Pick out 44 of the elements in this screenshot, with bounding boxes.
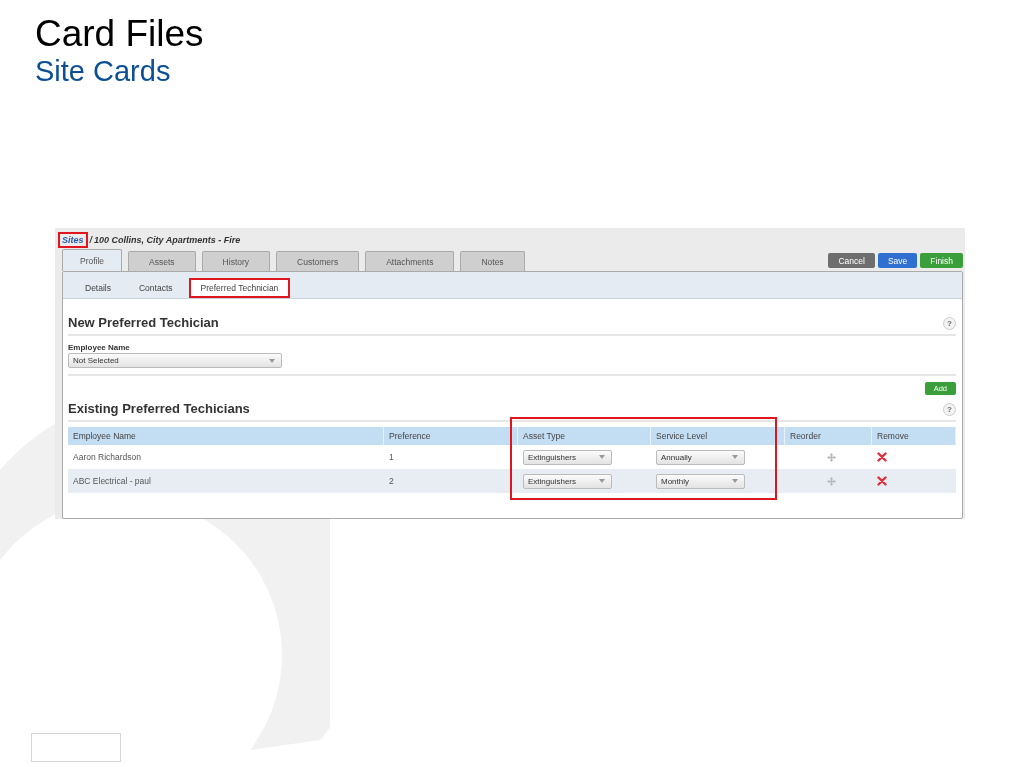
slide-title: Card Files [35, 14, 205, 54]
caret-icon [732, 479, 738, 483]
subtab[interactable]: Preferred Technician [188, 278, 291, 298]
subtab[interactable]: Contacts [127, 278, 185, 298]
cancel-button[interactable]: Cancel [828, 253, 875, 268]
service-level-select[interactable]: Monthly [656, 473, 745, 489]
column-header: Remove [872, 427, 956, 445]
column-header: Reorder [785, 427, 872, 445]
column-header: Employee Name [68, 427, 384, 445]
column-header: Service Level [651, 427, 785, 445]
service-level-select[interactable]: Annually [656, 449, 745, 465]
caret-icon [269, 358, 275, 363]
subtab[interactable]: Details [73, 278, 123, 298]
breadcrumb-title: 100 Collins, City Apartments - Fire [94, 235, 241, 245]
table-cell: ABC Electrical - paul [73, 476, 151, 486]
help-icon[interactable]: ? [943, 403, 956, 416]
section-title: Existing Preferred Techicians [68, 401, 250, 416]
asset-type-select[interactable]: Extinguishers [523, 449, 612, 465]
tab[interactable]: Notes [460, 251, 525, 271]
table-cell: 2 [389, 476, 394, 486]
caret-icon [599, 479, 605, 483]
remove-icon[interactable] [877, 476, 887, 486]
tab[interactable]: History [201, 251, 271, 271]
caret-icon [732, 455, 738, 459]
breadcrumb-separator: / [89, 235, 93, 245]
column-header: Asset Type [518, 427, 651, 445]
table-cell: Aaron Richardson [73, 452, 142, 462]
remove-icon[interactable] [877, 452, 887, 462]
section-title: New Preferred Techician [68, 315, 219, 330]
help-icon[interactable]: ? [943, 317, 956, 330]
finish-button[interactable]: Finish [920, 253, 963, 268]
table-cell: 1 [389, 452, 394, 462]
tab[interactable]: Customers [276, 251, 360, 271]
caret-icon [599, 455, 605, 459]
sites-link[interactable]: Sites [58, 232, 88, 248]
column-header: Preference [384, 427, 518, 445]
save-button[interactable]: Save [877, 253, 918, 268]
employee-select[interactable]: Not Selected [68, 353, 282, 368]
tab[interactable]: Profile [62, 249, 123, 271]
tab[interactable]: Assets [128, 251, 196, 271]
tab[interactable]: Attachments [365, 251, 455, 271]
asset-type-select[interactable]: Extinguishers [523, 473, 612, 489]
slide-subtitle: Site Cards [35, 54, 172, 88]
field-label: Employee Name [68, 343, 131, 352]
